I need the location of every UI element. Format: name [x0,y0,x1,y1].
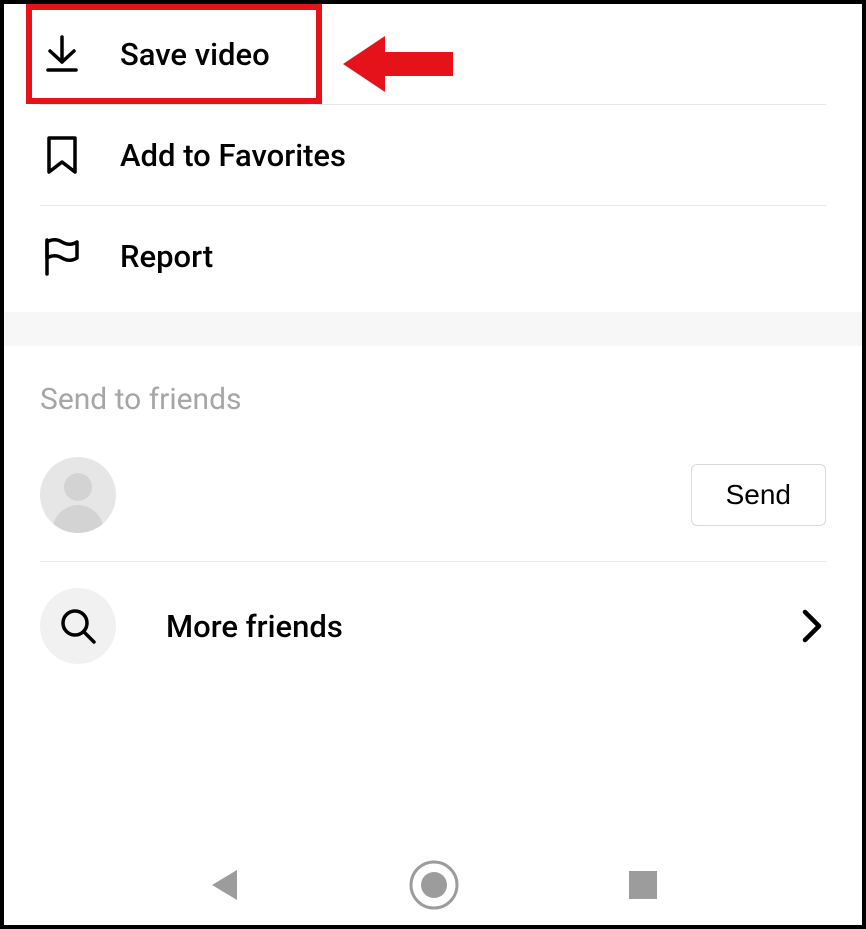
more-friends-label: More friends [166,608,798,645]
search-icon [40,588,116,664]
add-favorites-item[interactable]: Add to Favorites [40,105,826,205]
nav-bar [4,845,862,925]
flag-icon [40,234,84,278]
report-label: Report [120,238,213,275]
nav-recent-button[interactable] [629,871,657,899]
highlight-arrow [343,34,453,98]
friend-row: Send [40,445,826,562]
download-icon [40,32,84,76]
avatar[interactable] [40,457,116,533]
more-friends-item[interactable]: More friends [40,562,826,690]
save-video-label: Save video [120,36,270,73]
report-item[interactable]: Report [40,206,826,306]
save-video-item[interactable]: Save video [26,4,322,104]
nav-home-button[interactable] [409,860,459,910]
chevron-right-icon [798,612,826,640]
bookmark-icon [40,133,84,177]
send-button[interactable]: Send [691,464,826,526]
section-spacer [4,312,862,346]
nav-back-button[interactable] [209,868,239,902]
friends-header: Send to friends [40,382,826,417]
add-favorites-label: Add to Favorites [120,137,346,174]
